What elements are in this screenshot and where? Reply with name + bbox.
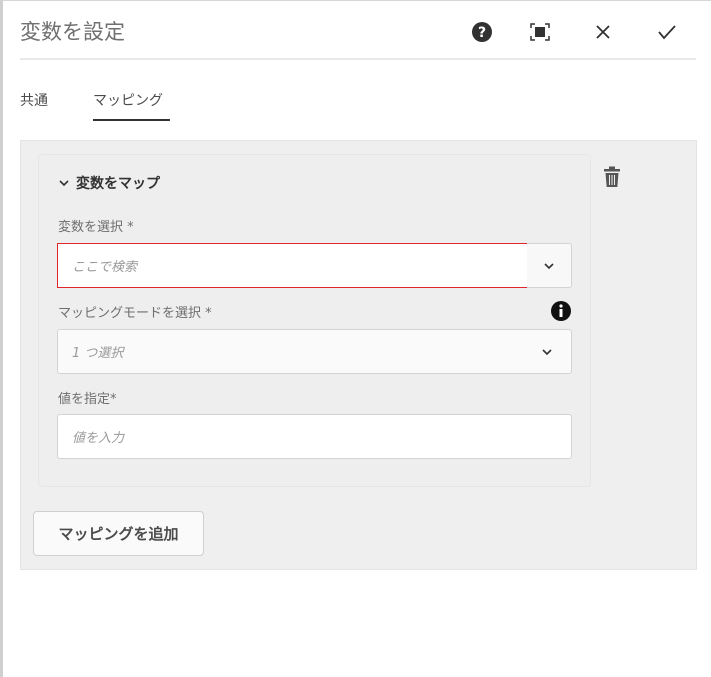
- check-icon[interactable]: [655, 20, 679, 44]
- header-divider: [20, 58, 696, 60]
- help-icon[interactable]: ?: [470, 20, 494, 44]
- info-icon[interactable]: [551, 301, 571, 325]
- active-tab-indicator: [93, 119, 170, 121]
- add-mapping-button[interactable]: マッピングを追加: [33, 511, 204, 556]
- value-input[interactable]: 値を入力: [57, 414, 572, 459]
- value-label: 値を指定*: [58, 392, 117, 407]
- chevron-down-icon: [544, 262, 554, 269]
- variable-dropdown-button[interactable]: [527, 243, 572, 288]
- variable-search-input[interactable]: ここで検索: [57, 243, 528, 288]
- tab-mapping[interactable]: マッピング: [93, 90, 163, 110]
- tab-common[interactable]: 共通: [20, 90, 48, 110]
- mapping-mode-label: マッピングモードを選択 *: [58, 306, 212, 321]
- chevron-down-icon: [59, 180, 69, 187]
- mapping-header-toggle[interactable]: 変数をマップ: [58, 173, 160, 193]
- delete-icon[interactable]: [602, 166, 622, 192]
- close-icon[interactable]: [591, 20, 615, 44]
- variable-label: 変数を選択 *: [58, 220, 134, 235]
- mapping-mode-value: 1 つ選択: [72, 346, 124, 361]
- fullscreen-icon[interactable]: [528, 20, 552, 44]
- mapping-mode-select[interactable]: 1 つ選択: [57, 329, 572, 374]
- svg-text:?: ?: [478, 25, 486, 41]
- mapping-header: 変数をマップ: [76, 176, 160, 192]
- dialog-title: 変数を設定: [20, 20, 125, 44]
- chevron-down-icon: [542, 348, 552, 355]
